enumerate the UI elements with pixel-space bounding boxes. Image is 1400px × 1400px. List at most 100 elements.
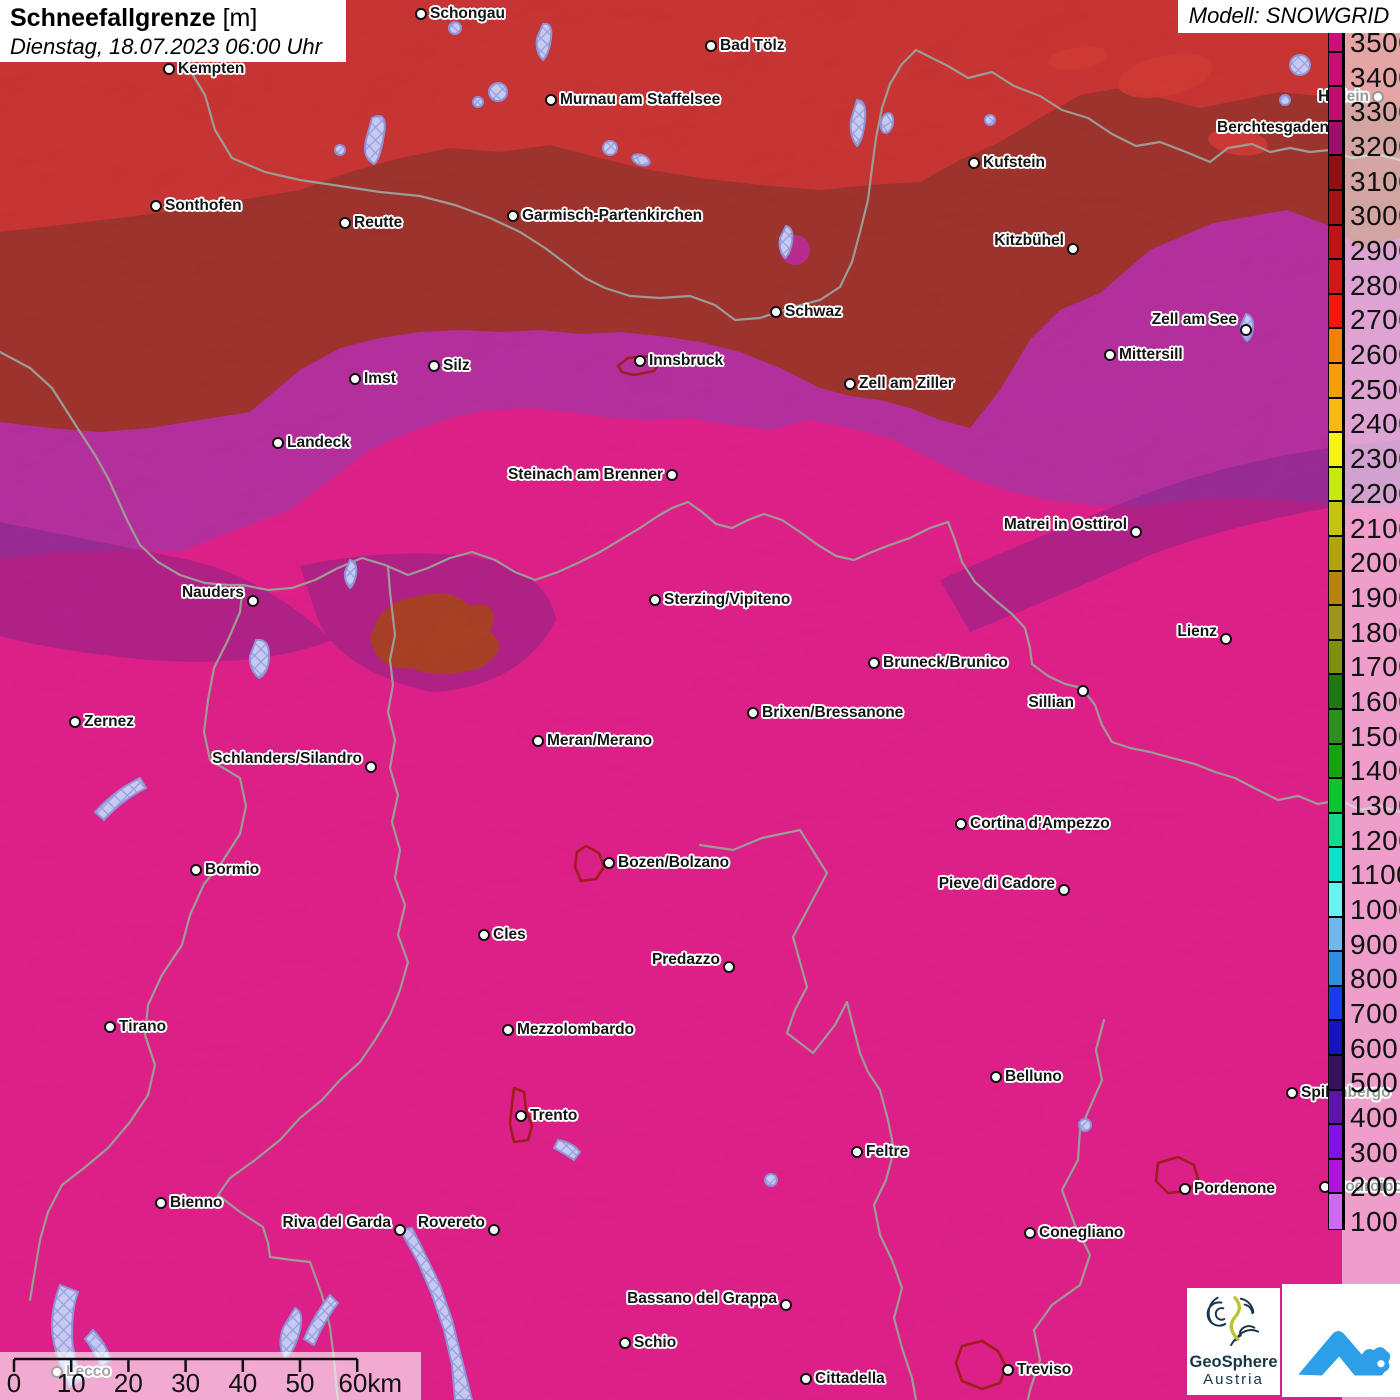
model-label: Modell: SNOWGRID: [1178, 0, 1400, 33]
city-dot-icon: [955, 818, 967, 830]
city-dot-icon: [800, 1373, 812, 1385]
city-dot-icon: [190, 864, 202, 876]
colorbar-segment: [1329, 260, 1342, 295]
city-label: Treviso: [1017, 1361, 1071, 1379]
colorbar-segment: [1329, 1091, 1342, 1126]
colorbar-tick-label: 300: [1350, 1136, 1398, 1170]
city-label: Sterzing/Vipiteno: [664, 591, 790, 609]
colorbar-segment: [1329, 1056, 1342, 1091]
city-label: Steinach am Brenner: [508, 466, 663, 484]
city-dot-icon: [1002, 1364, 1014, 1376]
city-dot-icon: [634, 355, 646, 367]
snowfall-line-map-page: SchongauBad TölzKemptenHalleinMurnau am …: [0, 0, 1400, 1400]
colorbar-segment: [1329, 848, 1342, 883]
city-label: Sonthofen: [165, 197, 242, 215]
colorbar-tick-label: 400: [1350, 1101, 1398, 1135]
colorbar-tick-label: 3100: [1350, 165, 1400, 199]
city-dot-icon: [868, 657, 880, 669]
city-dot-icon: [150, 200, 162, 212]
city-label: Cles: [493, 926, 526, 944]
city-label: Garmisch-Partenkirchen: [522, 207, 702, 225]
map-title-box: Schneefallgrenze [m] Dienstag, 18.07.202…: [0, 0, 346, 62]
colorbar-tick-label: 2500: [1350, 373, 1400, 407]
city-dot-icon: [1179, 1183, 1191, 1195]
city-dot-icon: [488, 1224, 500, 1236]
city-label: Tirano: [119, 1018, 166, 1036]
city-dot-icon: [415, 8, 427, 20]
city-dot-icon: [649, 594, 661, 606]
city-label: Kitzbühel: [994, 232, 1064, 250]
colorbar-segment: [1329, 295, 1342, 330]
city-label: Zell am See: [1152, 311, 1237, 329]
city-dot-icon: [478, 929, 490, 941]
city-dot-icon: [515, 1110, 527, 1122]
colorbar-segment: [1329, 502, 1342, 537]
colorbar-segment: [1329, 87, 1342, 122]
colorbar-tick-label: 1500: [1350, 720, 1400, 754]
colorbar-tick-label: 1800: [1350, 616, 1400, 650]
colorbar-segment: [1329, 814, 1342, 849]
city-label: Zernez: [84, 713, 134, 731]
city-dot-icon: [104, 1021, 116, 1033]
city-label: Meran/Merano: [547, 732, 652, 750]
colorbar-tick-label: 2800: [1350, 269, 1400, 303]
mountain-logo-icon: [1291, 1301, 1391, 1381]
city-dot-icon: [507, 210, 519, 222]
city-label: Berchtesgaden: [1217, 119, 1329, 137]
city-label: Schlanders/Silandro: [212, 750, 362, 768]
map-title: Schneefallgrenze [m]: [10, 3, 336, 33]
city-label: Brixen/Bressanone: [762, 704, 903, 722]
elevation-colorbar: [1328, 17, 1345, 1230]
colorbar-tick-label: 2400: [1350, 407, 1400, 441]
colorbar-segment: [1329, 433, 1342, 468]
colorbar-tick-label: 1200: [1350, 824, 1400, 858]
city-dot-icon: [619, 1337, 631, 1349]
map-datetime: Dienstag, 18.07.2023 06:00 Uhr: [10, 33, 336, 60]
city-dot-icon: [1024, 1227, 1036, 1239]
city-dot-icon: [1067, 243, 1079, 255]
city-label: Kufstein: [983, 154, 1045, 172]
city-dot-icon: [705, 40, 717, 52]
colorbar-tick-label: 100: [1350, 1205, 1398, 1239]
city-dot-icon: [545, 94, 557, 106]
city-label: Imst: [364, 370, 396, 388]
city-label: Mittersill: [1119, 346, 1183, 364]
scalebar-number: 60km: [338, 1368, 402, 1399]
city-label: Nauders: [182, 584, 244, 602]
city-dot-icon: [394, 1224, 406, 1236]
city-dot-icon: [1130, 526, 1142, 538]
city-dot-icon: [247, 595, 259, 607]
city-dot-icon: [365, 761, 377, 773]
colorbar-segment: [1329, 468, 1342, 503]
colorbar-tick-label: 3400: [1350, 61, 1400, 95]
colorbar-tick-label: 200: [1350, 1170, 1398, 1204]
colorbar-segment: [1329, 779, 1342, 814]
city-dot-icon: [968, 157, 980, 169]
city-dot-icon: [1058, 884, 1070, 896]
colorbar-segment: [1329, 226, 1342, 261]
colorbar-tick-label: 1100: [1350, 858, 1400, 892]
city-label: Predazzo: [652, 951, 720, 969]
city-label: Silz: [443, 357, 470, 375]
colorbar-tick-label: 1900: [1350, 581, 1400, 615]
colorbar-segment: [1329, 606, 1342, 641]
city-label: Mezzolombardo: [517, 1021, 634, 1039]
colorbar-tick-label: 900: [1350, 928, 1398, 962]
city-dot-icon: [603, 857, 615, 869]
colorbar-segment: [1329, 918, 1342, 953]
city-dot-icon: [1077, 685, 1089, 697]
colorbar-segment: [1329, 572, 1342, 607]
city-dot-icon: [747, 707, 759, 719]
colorbar-segment: [1329, 329, 1342, 364]
geosphere-logo-box: GeoSphere Austria: [1187, 1288, 1280, 1395]
city-label: Schio: [634, 1334, 676, 1352]
city-dot-icon: [666, 469, 678, 481]
colorbar-segment: [1329, 987, 1342, 1022]
colorbar-segment: [1329, 1194, 1342, 1229]
city-dot-icon: [502, 1024, 514, 1036]
colorbar-tick-label: 600: [1350, 1032, 1398, 1066]
city-label: Cortina d'Ampezzo: [970, 815, 1110, 833]
colorbar-segment: [1329, 710, 1342, 745]
colorbar-tick-label: 1000: [1350, 893, 1400, 927]
colorbar-segment: [1329, 156, 1342, 191]
